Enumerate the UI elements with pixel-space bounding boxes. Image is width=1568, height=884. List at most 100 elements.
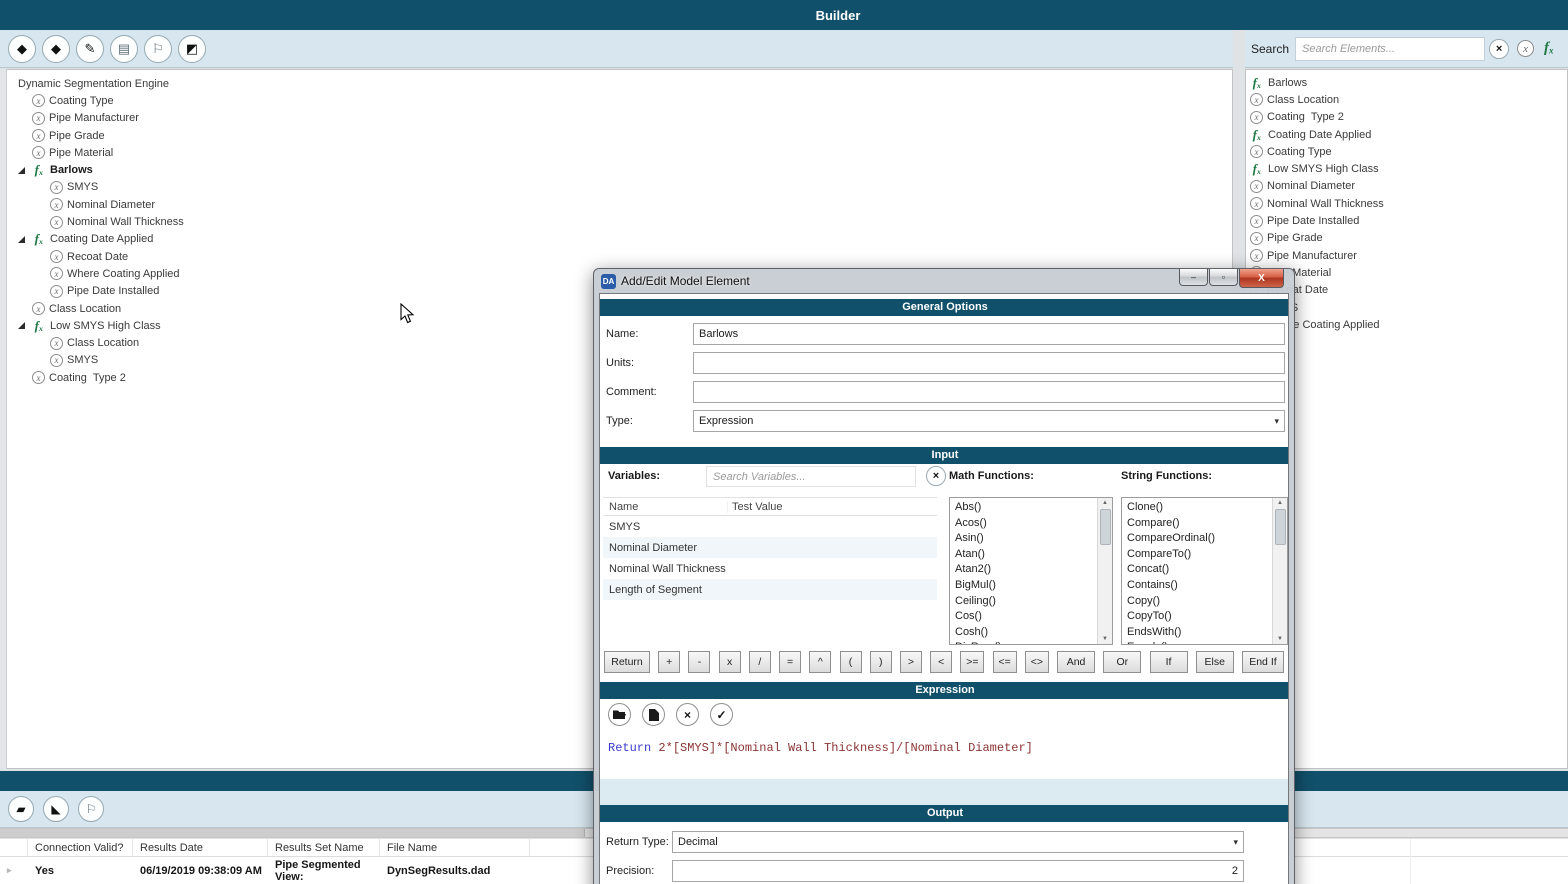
scroll-up-icon[interactable]: ▲ <box>1102 498 1108 508</box>
function-list-item[interactable]: Atan() <box>955 547 1097 563</box>
expander-icon[interactable] <box>18 167 25 174</box>
expression-code-editor[interactable]: Return 2*[SMYS]*[Nominal Wall Thickness]… <box>600 735 1289 777</box>
function-list-item[interactable]: Acos() <box>955 516 1097 532</box>
operator-button-/[interactable]: / <box>749 651 771 673</box>
function-list-item[interactable]: DivRem() <box>955 640 1097 644</box>
flag-button[interactable]: ⚐ <box>144 35 172 63</box>
variable-row[interactable]: Length of Segment <box>603 579 937 600</box>
operator-button-return[interactable]: Return <box>604 651 650 673</box>
clear-variables-search-button[interactable]: × <box>926 466 946 486</box>
open-results-button[interactable]: ▰ <box>8 796 34 822</box>
operator-button-)[interactable]: ) <box>870 651 892 673</box>
operator-button-end-if[interactable]: End If <box>1242 651 1284 673</box>
add-element-button[interactable]: ◆ <box>8 35 36 63</box>
operator-button-else[interactable]: Else <box>1196 651 1234 673</box>
tree-item[interactable]: fₓBarlows <box>0 161 1232 178</box>
function-list-item[interactable]: CopyTo() <box>1127 609 1272 625</box>
open-expression-button[interactable] <box>608 703 631 726</box>
minimize-button[interactable]: – <box>1179 269 1208 286</box>
function-list-item[interactable]: BigMul() <box>955 578 1097 594</box>
math-list-scrollbar[interactable]: ▲ ▼ <box>1097 498 1112 644</box>
tree-item[interactable]: xNominal Wall Thickness <box>0 213 1232 230</box>
tree-item[interactable]: xPipe Manufacturer <box>0 110 1232 127</box>
function-list-item[interactable]: Ceiling() <box>955 594 1097 610</box>
string-functions-list[interactable]: Clone()Compare()CompareOrdinal()CompareT… <box>1121 497 1288 645</box>
units-field[interactable] <box>693 352 1285 374</box>
clear-search-button[interactable]: × <box>1489 39 1509 59</box>
operator-button-<=[interactable]: <= <box>993 651 1017 673</box>
element-list-item[interactable]: fₓLow SMYS High Class <box>1250 160 1567 177</box>
element-list-item[interactable]: xNominal Wall Thickness <box>1250 195 1567 212</box>
function-list-item[interactable]: Clone() <box>1127 500 1272 516</box>
return-type-select[interactable]: Decimal ▾ <box>672 831 1244 853</box>
scrollbar-thumb[interactable] <box>1275 509 1286 545</box>
tree-item[interactable]: fₓCoating Date Applied <box>0 231 1232 248</box>
filter-variables-button[interactable]: x <box>1517 40 1534 57</box>
results-column-header[interactable]: Results Date <box>133 839 268 856</box>
tree-item[interactable]: xRecoat Date <box>0 248 1232 265</box>
operator-button-=[interactable]: = <box>779 651 801 673</box>
expander-icon[interactable] <box>18 322 25 329</box>
element-list-item[interactable]: xNominal Diameter <box>1250 178 1567 195</box>
name-field[interactable]: Barlows <box>693 323 1285 345</box>
operator-button-<>[interactable]: <> <box>1025 651 1049 673</box>
string-list-scrollbar[interactable]: ▲ ▼ <box>1272 498 1287 644</box>
scroll-up-icon[interactable]: ▲ <box>1277 498 1283 508</box>
operator-button->=[interactable]: >= <box>960 651 984 673</box>
type-select[interactable]: Expression ▾ <box>693 410 1285 432</box>
element-list-item[interactable]: xSMYS <box>1250 299 1567 316</box>
element-list-item[interactable]: xCoating Type <box>1250 143 1567 160</box>
function-list-item[interactable]: Abs() <box>955 500 1097 516</box>
operator-button--[interactable]: - <box>688 651 710 673</box>
function-list-item[interactable]: Compare() <box>1127 516 1272 532</box>
function-list-item[interactable]: Cos() <box>955 609 1097 625</box>
results-column-header[interactable]: Connection Valid? <box>28 839 133 856</box>
operator-button-and[interactable]: And <box>1057 651 1095 673</box>
variable-row[interactable]: SMYS <box>603 516 937 537</box>
operator-button-if[interactable]: If <box>1150 651 1188 673</box>
function-list-item[interactable]: Atan2() <box>955 562 1097 578</box>
element-list-item[interactable]: xCoating Type 2 <box>1250 109 1567 126</box>
element-list-item[interactable]: xClass Location <box>1250 91 1567 108</box>
close-button[interactable]: X <box>1239 269 1284 288</box>
operator-button-([interactable]: ( <box>840 651 862 673</box>
element-list-item[interactable]: xRecoat Date <box>1250 282 1567 299</box>
function-list-item[interactable]: Copy() <box>1127 594 1272 610</box>
delete-element-button[interactable]: ▤ <box>110 35 138 63</box>
function-list-item[interactable]: CompareTo() <box>1127 547 1272 563</box>
tree-item[interactable]: xNominal Diameter <box>0 196 1232 213</box>
math-functions-list[interactable]: Abs()Acos()Asin()Atan()Atan2()BigMul()Ce… <box>949 497 1113 645</box>
tree-item[interactable]: xCoating Type <box>0 92 1232 109</box>
comment-field[interactable] <box>693 381 1285 403</box>
function-list-item[interactable]: Concat() <box>1127 562 1272 578</box>
validate-expression-button[interactable]: ✓ <box>710 703 733 726</box>
function-list-item[interactable]: Contains() <box>1127 578 1272 594</box>
variables-search-input[interactable]: Search Variables... <box>706 466 916 487</box>
scroll-down-icon[interactable]: ▼ <box>1102 634 1108 644</box>
expander-icon[interactable] <box>18 236 25 243</box>
element-list-item[interactable]: xPipe Material <box>1250 264 1567 281</box>
function-list-item[interactable]: Equals() <box>1127 640 1272 644</box>
element-list-item[interactable]: xPipe Manufacturer <box>1250 247 1567 264</box>
element-list-item[interactable]: xPipe Grade <box>1250 230 1567 247</box>
element-list-item[interactable]: xPipe Date Installed <box>1250 212 1567 229</box>
scrollbar-thumb[interactable] <box>0 829 585 837</box>
function-list-item[interactable]: Cosh() <box>955 625 1097 641</box>
scroll-down-icon[interactable]: ▼ <box>1277 634 1283 644</box>
tree-item[interactable]: xSMYS <box>0 179 1232 196</box>
flag-results-button[interactable]: ⚐ <box>78 796 104 822</box>
variable-row[interactable]: Nominal Diameter <box>603 537 937 558</box>
load-results-button[interactable]: ◣ <box>43 796 69 822</box>
element-list-item[interactable]: fₓBarlows <box>1250 74 1567 91</box>
operator-button-<[interactable]: < <box>930 651 952 673</box>
edit-element-button[interactable]: ✎ <box>76 35 104 63</box>
maximize-button[interactable]: ▫ <box>1209 269 1238 286</box>
search-input[interactable]: Search Elements... <box>1295 37 1485 61</box>
operator-button-or[interactable]: Or <box>1103 651 1141 673</box>
clear-expression-button[interactable]: × <box>676 703 699 726</box>
precision-field[interactable]: 2 <box>672 860 1244 882</box>
tree-item[interactable]: xPipe Grade <box>0 127 1232 144</box>
scrollbar-thumb[interactable] <box>1100 509 1111 545</box>
operator-button-+[interactable]: + <box>658 651 680 673</box>
expander-icon[interactable]: ▸ <box>7 865 12 876</box>
